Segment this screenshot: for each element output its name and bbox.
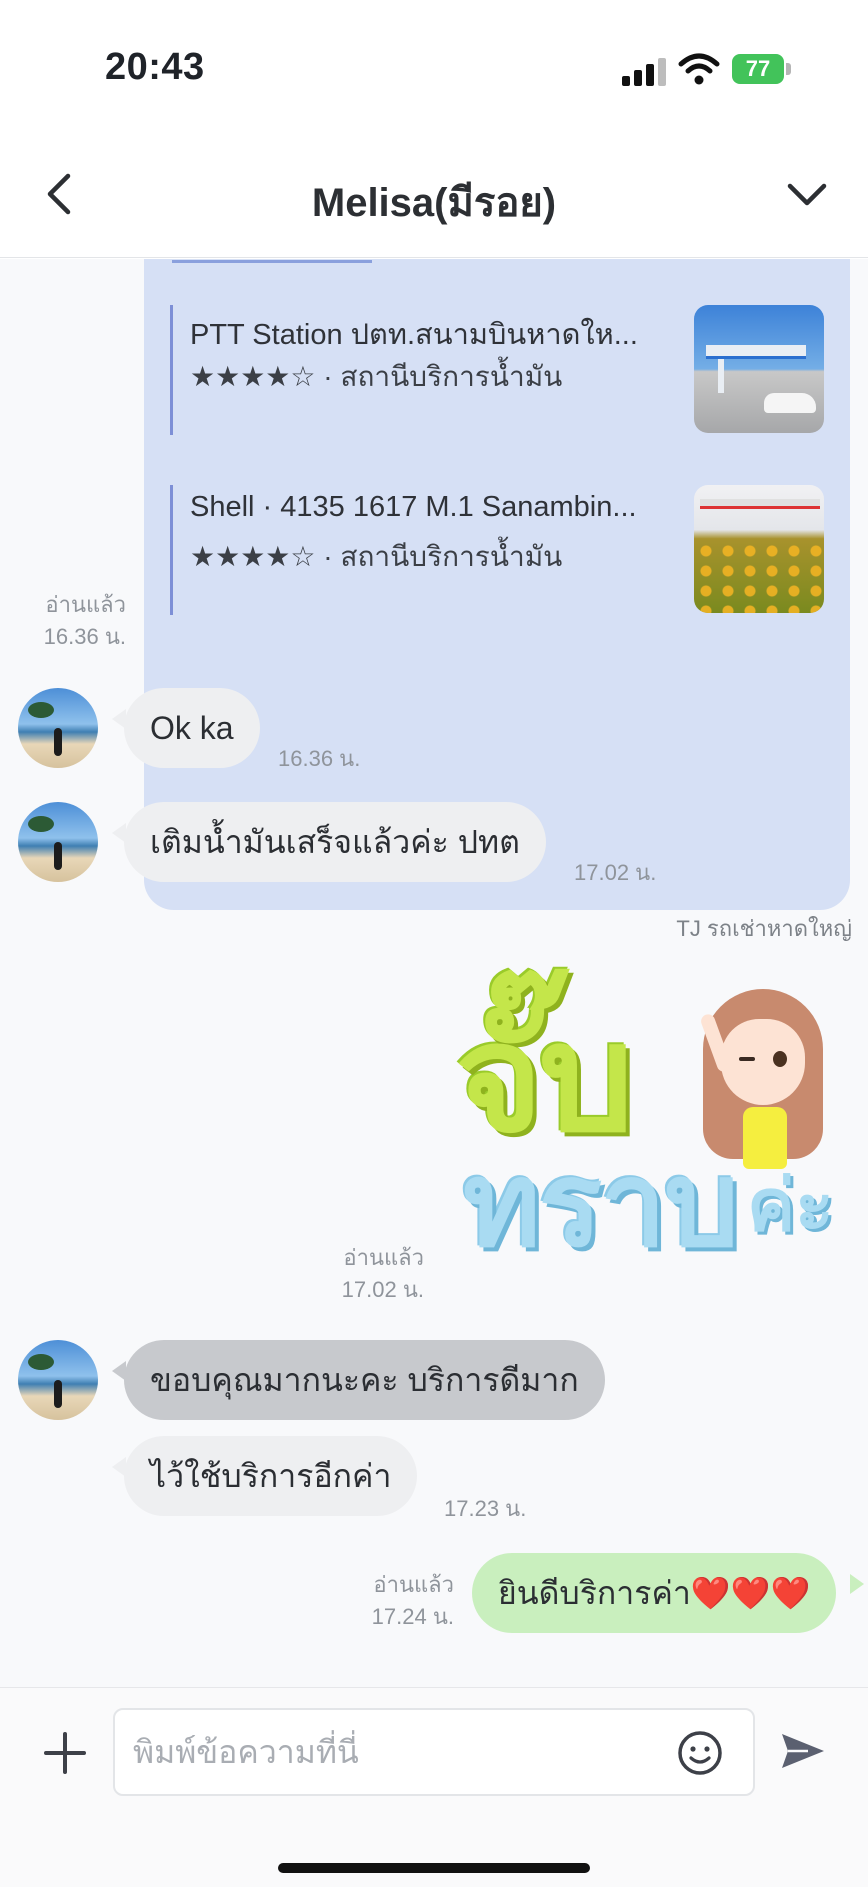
message-input[interactable] [133, 1724, 653, 1780]
message-bubble-outgoing[interactable]: ยินดีบริการค่า❤️❤️❤️ [472, 1553, 837, 1633]
place-divider [170, 305, 173, 435]
message-bubble[interactable]: เติมน้ำมันเสร็จแล้วค่ะ ปทต [124, 802, 546, 882]
place-rating: ★★★★☆ · สถานีบริการน้ำมัน [190, 361, 563, 392]
chat-header: Melisa(มีรอย) [0, 130, 868, 258]
place-divider [170, 485, 173, 615]
chat-title[interactable]: Melisa(มีรอย) [150, 170, 718, 234]
chevron-down-icon[interactable] [782, 166, 832, 222]
place-item-shell[interactable]: Shell · 4135 1617 M.1 Sanambin... ★★★★☆ … [170, 485, 830, 615]
sticker-text-2: ทราบ [463, 1139, 739, 1271]
avatar[interactable] [18, 802, 98, 882]
avatar[interactable] [18, 688, 98, 768]
message-composer [0, 1687, 868, 1887]
message-time: 16.36 น. [278, 746, 361, 771]
read-receipt: อ่านแล้ว 17.24 น. [371, 1572, 454, 1629]
place-thumbnail[interactable] [694, 485, 824, 613]
place-item-ptt[interactable]: PTT Station ปตท.สนามบินหาดให... ★★★★☆ · … [170, 305, 830, 435]
message-input-container[interactable] [113, 1708, 755, 1796]
place-rating: ★★★★☆ · สถานีบริการน้ำมัน [190, 541, 563, 572]
place-thumbnail[interactable] [694, 305, 824, 433]
link-fragment[interactable] [172, 259, 372, 263]
message-time: 17.02 น. [574, 860, 657, 885]
place-name: PTT Station ปตท.สนามบินหาดให... [190, 319, 638, 351]
avatar[interactable] [18, 1340, 98, 1420]
read-receipt: อ่านแล้ว 16.36 น. [43, 592, 126, 649]
message-bubble[interactable]: ไว้ใช้บริการอีกค่า [124, 1436, 418, 1516]
message-bubble[interactable]: Ok ka [124, 688, 260, 768]
sticker-text-3: ค่ะ [747, 1166, 834, 1246]
place-name: Shell · 4135 1617 M.1 Sanambin... [190, 491, 637, 523]
plus-icon[interactable] [40, 1728, 90, 1778]
cellular-signal-icon [622, 58, 666, 86]
battery-tip [786, 63, 791, 75]
status-time: 20:43 [105, 46, 205, 88]
status-bar: 20:43 77 [0, 0, 868, 130]
message-list[interactable]: PTT Station ปตท.สนามบินหาดให... ★★★★☆ · … [0, 259, 868, 1687]
message-time: 17.23 น. [444, 1496, 527, 1521]
back-arrow-icon[interactable] [36, 166, 86, 222]
message-bubble[interactable]: ขอบคุณมากนะคะ บริการดีมาก [124, 1340, 605, 1420]
sender-name: TJ รถเช่าหาดใหญ่ [676, 916, 852, 941]
send-icon[interactable] [778, 1726, 828, 1776]
read-receipt: อ่านแล้ว 17.02 น. [341, 1245, 424, 1302]
emoji-icon[interactable] [675, 1728, 725, 1778]
battery-icon: 77 [732, 54, 784, 84]
wifi-icon [678, 53, 720, 85]
home-indicator[interactable] [278, 1863, 590, 1873]
sticker[interactable]: จั๊บ ทราบ ค่ะ [455, 959, 845, 1289]
